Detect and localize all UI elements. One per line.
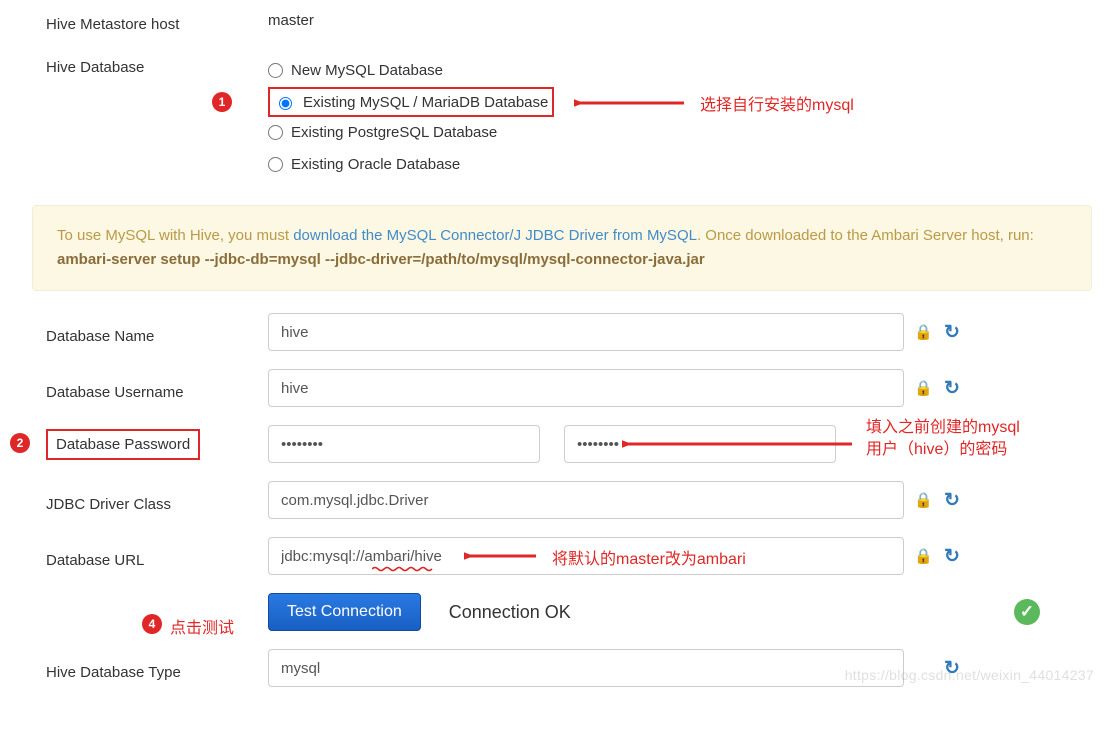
annot-text-2b: 用户（hive）的密码 (866, 441, 1007, 458)
lock-icon: 🔒 (914, 491, 932, 509)
value-metastore-host: master (268, 12, 314, 29)
info-tail1: . Once downloaded to the Ambari Server h… (697, 227, 1034, 244)
label-db-type: Hive Database Type (8, 656, 268, 681)
row-hive-database: Hive Database New MySQL Database 1 Exist… (8, 55, 1092, 181)
test-connection-button[interactable]: Test Connection (268, 593, 421, 631)
refresh-icon[interactable]: ↻ (942, 489, 962, 512)
spell-underline-icon (372, 566, 434, 572)
label-db-url: Database URL (8, 544, 268, 569)
label-metastore-host: Hive Metastore host (8, 12, 268, 33)
radio-input-existing-postgres[interactable] (268, 125, 283, 140)
row-db-user: Database Username 🔒 ↻ (8, 369, 1092, 407)
radio-existing-oracle[interactable]: Existing Oracle Database (268, 149, 1092, 179)
annot-text-3: 将默认的master改为ambari (552, 545, 746, 569)
row-db-url: Database URL 3 将默认的master改为ambari 🔒 ↻ (8, 537, 1092, 575)
annot-text-4: 点击测试 (170, 614, 234, 638)
radio-label-existing-postgres: Existing PostgreSQL Database (291, 124, 497, 141)
watermark: https://blog.csdn.net/weixin_44014237 (845, 667, 1094, 683)
input-db-user[interactable] (268, 369, 904, 407)
status-conn-text: Connection OK (449, 602, 571, 623)
label-db-user: Database Username (8, 376, 268, 401)
info-box-mysql: To use MySQL with Hive, you must downloa… (32, 205, 1092, 291)
lock-icon: 🔒 (914, 379, 932, 397)
row-driver-class: JDBC Driver Class 🔒 ↻ (8, 481, 1092, 519)
radio-input-existing-oracle[interactable] (268, 157, 283, 172)
annot-arrow-2 (622, 433, 862, 455)
annot-text-1: 选择自行安装的mysql (700, 91, 854, 115)
input-driver-class[interactable] (268, 481, 904, 519)
row-db-name: Database Name 🔒 ↻ (8, 313, 1092, 351)
label-hive-database: Hive Database (8, 55, 268, 76)
input-db-type[interactable] (268, 649, 904, 687)
annot-dot-1: 1 (212, 92, 232, 112)
check-ok-icon: ✓ (1014, 599, 1040, 625)
label-db-pass: Database Password (46, 429, 200, 460)
radio-label-existing-oracle: Existing Oracle Database (291, 156, 460, 173)
info-link-mysql-connector[interactable]: download the MySQL Connector/J JDBC Driv… (293, 227, 697, 244)
input-db-pass[interactable] (268, 425, 540, 463)
row-db-pass: 2 Database Password 填入之前创建的mysql 用户（hive… (8, 425, 1092, 463)
info-cmd: ambari-server setup --jdbc-db=mysql --jd… (57, 251, 705, 268)
lock-icon: 🔒 (914, 547, 932, 565)
info-lead: To use MySQL with Hive, you must (57, 227, 293, 244)
radio-input-existing-mysql[interactable] (279, 97, 292, 110)
row-metastore-host: Hive Metastore host master (8, 12, 1092, 33)
radio-existing-postgres[interactable]: Existing PostgreSQL Database (268, 117, 1092, 147)
radio-input-new-mysql[interactable] (268, 63, 283, 78)
annot-arrow-3 (464, 545, 544, 567)
annot-text-2a: 填入之前创建的mysql (866, 419, 1020, 436)
lock-icon: 🔒 (914, 323, 932, 341)
radio-existing-mysql[interactable]: Existing MySQL / MariaDB Database (268, 87, 554, 117)
refresh-icon[interactable]: ↻ (942, 377, 962, 400)
refresh-icon[interactable]: ↻ (942, 545, 962, 568)
radio-label-existing-mysql: Existing MySQL / MariaDB Database (303, 94, 548, 111)
radio-new-mysql[interactable]: New MySQL Database (268, 55, 1092, 85)
refresh-icon[interactable]: ↻ (942, 321, 962, 344)
label-db-name: Database Name (8, 320, 268, 345)
label-driver-class: JDBC Driver Class (8, 488, 268, 513)
annot-dot-4: 4 (142, 614, 162, 634)
input-db-name[interactable] (268, 313, 904, 351)
radio-label-new-mysql: New MySQL Database (291, 62, 443, 79)
row-test-conn: 4 点击测试 Test Connection Connection OK ✓ (8, 593, 1092, 631)
annot-dot-2: 2 (10, 433, 30, 453)
